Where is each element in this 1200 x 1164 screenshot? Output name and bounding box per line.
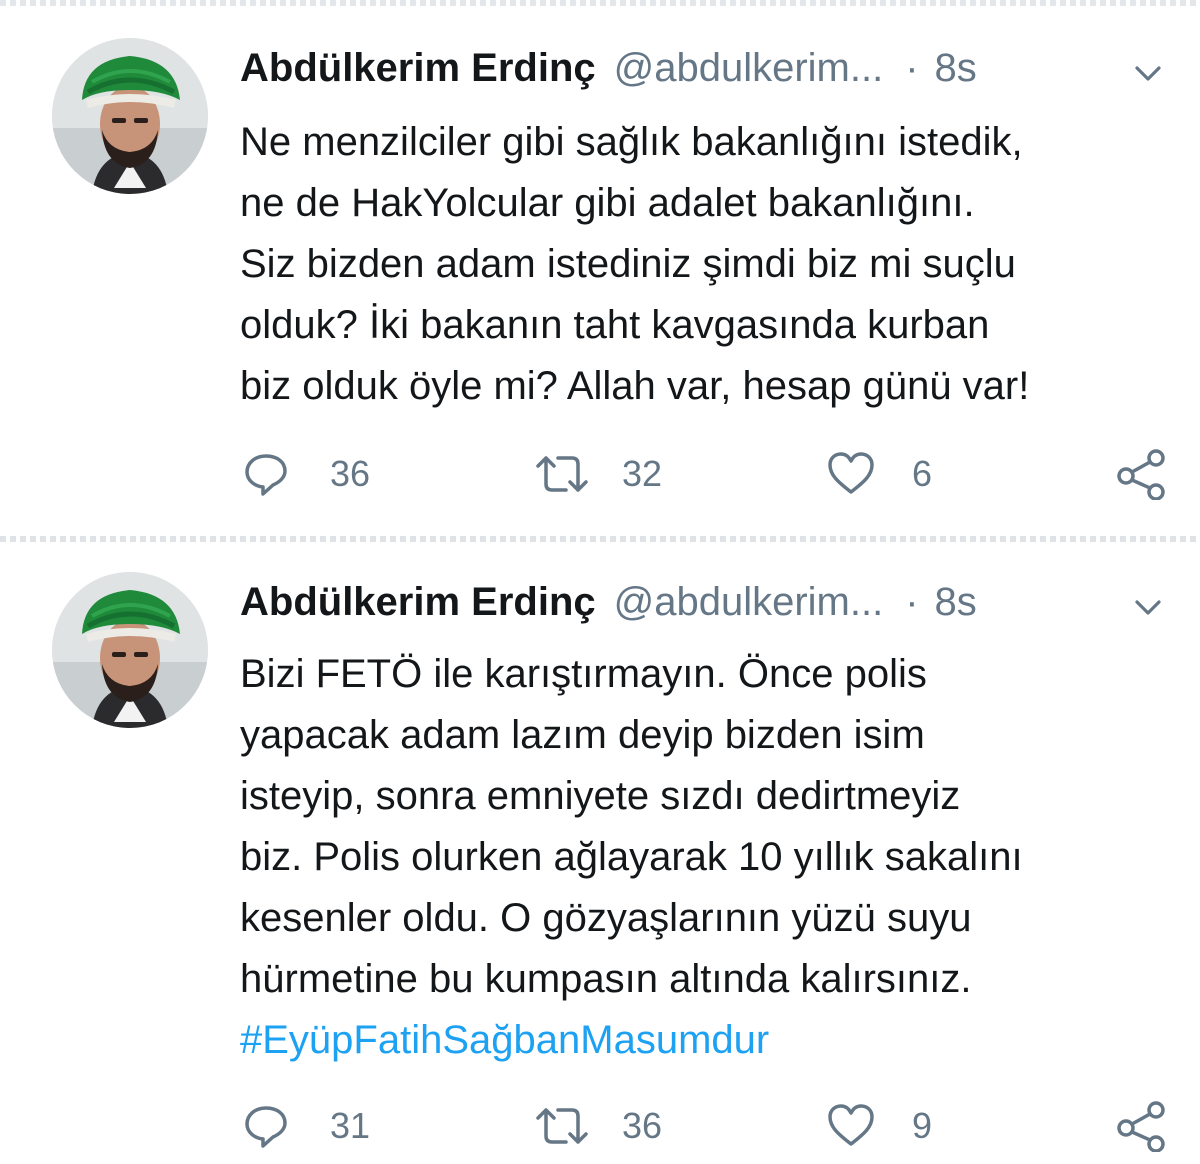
share-button[interactable] — [1114, 448, 1170, 500]
like-count: 6 — [912, 453, 933, 494]
tweet-text-line: yapacak adam lazım deyip bizden isim — [240, 713, 925, 757]
share-icon — [1117, 1101, 1165, 1152]
retweet-icon — [536, 456, 588, 492]
tweet-actions: 31 36 9 — [242, 1100, 1172, 1152]
tweet-text-line: olduk? İki bakanın taht kavgasında kurba… — [240, 303, 990, 347]
tweet-text-line: biz. Polis olurken ağlayarak 10 yıllık s… — [240, 835, 1023, 879]
timestamp[interactable]: 8s — [935, 580, 977, 625]
like-button[interactable]: 9 — [826, 1100, 932, 1152]
hashtag-link[interactable]: #EyüpFatihSağbanMasumdur — [240, 1010, 1190, 1071]
tweet[interactable]: Abdülkerim Erdinç @abdulkerim... · 8s Ne… — [0, 0, 1200, 536]
tweet-text-line: Bizi FETÖ ile karıştırmayın. Önce polis — [240, 652, 927, 696]
display-name[interactable]: Abdülkerim Erdinç — [240, 46, 596, 91]
like-button[interactable]: 6 — [826, 448, 932, 500]
timestamp[interactable]: 8s — [935, 46, 977, 91]
tweet-text-line: isteyip, sonra emniyete sızdı dedirtmeyi… — [240, 774, 961, 818]
reply-button[interactable]: 36 — [242, 448, 370, 500]
avatar-image — [52, 38, 208, 194]
retweet-button[interactable]: 32 — [532, 448, 662, 500]
reply-icon — [245, 454, 287, 496]
reply-button[interactable]: 31 — [242, 1100, 370, 1152]
retweet-count: 36 — [622, 1105, 663, 1146]
tweet-header: Abdülkerim Erdinç @abdulkerim... · 8s — [240, 46, 1180, 102]
separator-dot: · — [905, 46, 919, 90]
tweet-text-line: hürmetine bu kumpasın altında kalırsınız… — [240, 957, 972, 1001]
heart-icon — [828, 1104, 874, 1146]
tweet-text-line: ne de HakYolcular gibi adalet bakanlığın… — [240, 181, 975, 225]
avatar-image — [52, 572, 208, 728]
tweet-text: Bizi FETÖ ile karıştırmayın. Önce polis … — [240, 644, 1190, 1071]
tweet-text-line: kesenler oldu. O gözyaşlarının yüzü suyu — [240, 896, 972, 940]
share-button[interactable] — [1114, 1100, 1170, 1152]
user-handle[interactable]: @abdulkerim... — [614, 46, 884, 91]
heart-icon — [828, 452, 874, 494]
retweet-icon — [536, 1108, 588, 1144]
tweet-header: Abdülkerim Erdinç @abdulkerim... · 8s — [240, 580, 1180, 636]
tweet-text-line: Ne menzilciler gibi sağlık bakanlığını i… — [240, 120, 1023, 164]
user-handle[interactable]: @abdulkerim... — [614, 580, 884, 625]
like-count: 9 — [912, 1105, 933, 1146]
reply-count: 36 — [330, 453, 371, 494]
avatar[interactable] — [52, 572, 208, 728]
chevron-down-icon[interactable] — [1128, 58, 1168, 88]
tweet-text: Ne menzilciler gibi sağlık bakanlığını i… — [240, 112, 1190, 417]
share-icon — [1117, 449, 1165, 500]
tweet-actions: 36 32 6 — [242, 448, 1172, 500]
avatar[interactable] — [52, 38, 208, 194]
tweet[interactable]: Abdülkerim Erdinç @abdulkerim... · 8s Bi… — [0, 542, 1200, 1164]
tweet-text-line: biz olduk öyle mi? Allah var, hesap günü… — [240, 364, 1030, 408]
separator-dot: · — [905, 580, 919, 624]
display-name[interactable]: Abdülkerim Erdinç — [240, 580, 596, 625]
chevron-down-icon[interactable] — [1128, 592, 1168, 622]
reply-icon — [245, 1106, 287, 1148]
tweet-text-line: Siz bizden adam istediniz şimdi biz mi s… — [240, 242, 1016, 286]
retweet-button[interactable]: 36 — [532, 1100, 662, 1152]
retweet-count: 32 — [622, 453, 663, 494]
reply-count: 31 — [330, 1105, 371, 1146]
